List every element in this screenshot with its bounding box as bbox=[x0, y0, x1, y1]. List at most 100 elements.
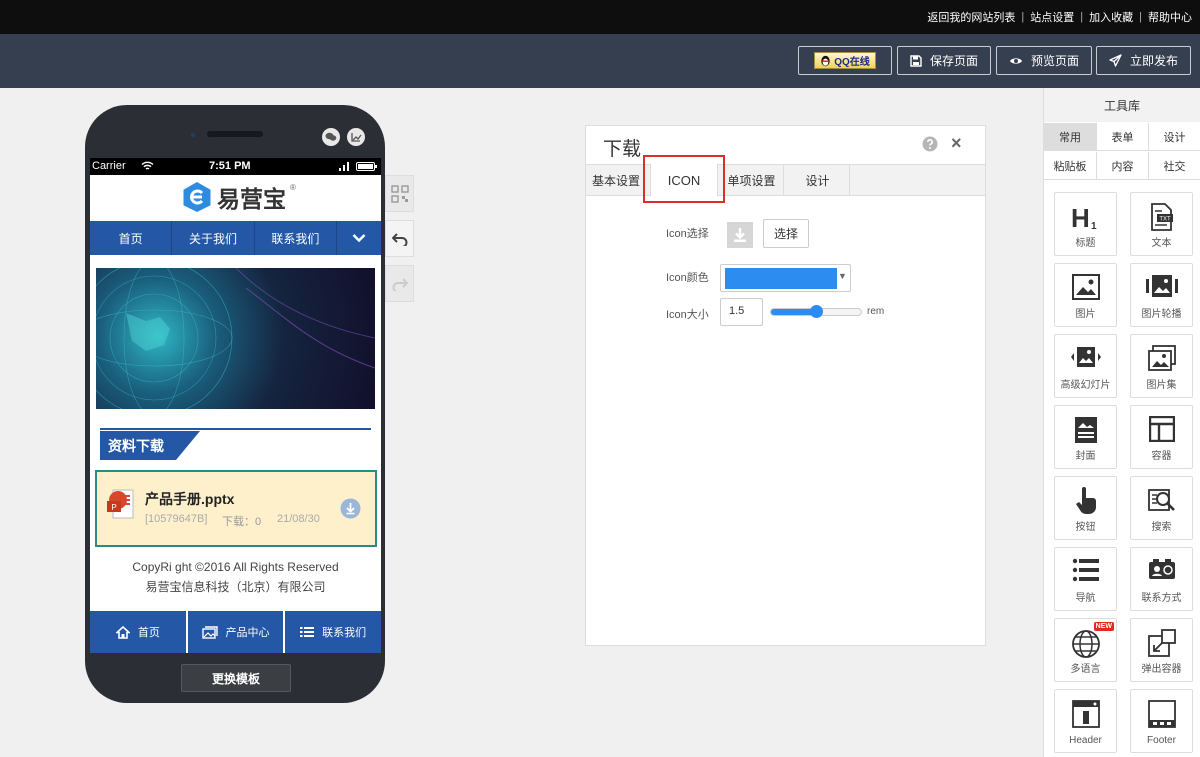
tool-image-gallery[interactable]: 图片集 bbox=[1130, 334, 1193, 398]
footer-tab-contact[interactable]: 联系我们 bbox=[285, 611, 381, 653]
nav-about[interactable]: 关于我们 bbox=[172, 221, 255, 255]
save-page-button[interactable]: 保存页面 bbox=[897, 46, 991, 75]
lib-tab-design[interactable]: 设计 bbox=[1148, 123, 1200, 151]
undo-icon bbox=[391, 232, 407, 246]
link-add-favorite[interactable]: 加入收藏 bbox=[1089, 9, 1133, 25]
link-help-center[interactable]: 帮助中心 bbox=[1148, 9, 1192, 25]
header-layout-icon bbox=[1071, 700, 1100, 728]
icon-select-button[interactable]: 选择 bbox=[763, 219, 809, 248]
tab-item-settings[interactable]: 单项设置 bbox=[720, 165, 784, 195]
tab-label: 单项设置 bbox=[727, 173, 776, 188]
text-file-icon: TXT bbox=[1150, 203, 1173, 231]
tool-library: 工具库 常用 表单 设计 粘贴板 内容 社交 H1 标题 TXT 文本 图片 图… bbox=[1043, 88, 1200, 757]
preview-page-button[interactable]: 预览页面 bbox=[996, 46, 1092, 75]
separator: | bbox=[1139, 11, 1142, 23]
slideshow-icon bbox=[1070, 347, 1101, 367]
tool-text[interactable]: TXT 文本 bbox=[1130, 192, 1193, 256]
icon-size-input[interactable]: 1.5 bbox=[720, 298, 763, 326]
svg-text:H: H bbox=[1071, 203, 1090, 231]
save-label: 保存页面 bbox=[929, 54, 978, 68]
tool-label: 按钮 bbox=[1075, 522, 1096, 533]
separator: | bbox=[1021, 11, 1025, 23]
gallery-icon bbox=[1147, 345, 1176, 371]
wechat-icon[interactable] bbox=[322, 128, 340, 146]
icon-size-slider[interactable] bbox=[770, 305, 862, 318]
tab-label: 设计 bbox=[805, 173, 830, 188]
lib-tab-form[interactable]: 表单 bbox=[1096, 123, 1148, 151]
tool-multilanguage[interactable]: 多语言 NEW bbox=[1054, 618, 1117, 682]
tool-label: Header bbox=[1069, 735, 1102, 746]
undo-button[interactable] bbox=[385, 220, 414, 257]
lib-tab-content[interactable]: 内容 bbox=[1096, 152, 1148, 180]
stats-icon[interactable] bbox=[347, 128, 365, 146]
lib-tab-common[interactable]: 常用 bbox=[1044, 123, 1096, 151]
tool-label: 文本 bbox=[1151, 238, 1172, 249]
icon-preview bbox=[727, 222, 753, 248]
icon-size-unit: rem bbox=[867, 306, 885, 317]
svg-text:1: 1 bbox=[1091, 221, 1097, 231]
download-date: 21/08/30 bbox=[277, 513, 320, 525]
download-item[interactable]: P 产品手册.pptx [10579647B] 下载：0 21/08/30 bbox=[95, 470, 377, 547]
link-site-settings[interactable]: 站点设置 bbox=[1030, 9, 1074, 25]
tab-design[interactable]: 设计 bbox=[786, 165, 850, 195]
tool-label: 容器 bbox=[1151, 451, 1172, 462]
close-icon[interactable]: × bbox=[951, 133, 962, 154]
qrcode-button[interactable] bbox=[385, 175, 414, 212]
tool-navigation[interactable]: 导航 bbox=[1054, 547, 1117, 611]
publish-label: 立即发布 bbox=[1129, 54, 1178, 68]
tool-label: 封面 bbox=[1075, 451, 1096, 462]
change-template-label: 更换模板 bbox=[211, 671, 260, 686]
footer-tab-products[interactable]: 产品中心 bbox=[188, 611, 286, 653]
footer-tab-label: 联系我们 bbox=[322, 627, 367, 639]
caret-down-icon: ▼ bbox=[838, 271, 847, 281]
tool-image[interactable]: 图片 bbox=[1054, 263, 1117, 327]
tool-heading[interactable]: H1 标题 bbox=[1054, 192, 1117, 256]
top-links: 返回我的网站列表 | 站点设置 | 加入收藏 | 帮助中心 bbox=[927, 9, 1192, 25]
tab-basic-settings[interactable]: 基本设置 bbox=[586, 165, 646, 195]
save-icon bbox=[910, 54, 922, 67]
lib-tab-label: 设计 bbox=[1163, 131, 1186, 144]
lib-tab-clipboard[interactable]: 粘贴板 bbox=[1044, 152, 1096, 180]
help-icon[interactable] bbox=[922, 136, 938, 152]
logo-text: 易营宝 bbox=[217, 187, 286, 213]
lib-tab-label: 社交 bbox=[1163, 160, 1186, 173]
qq-online-button[interactable]: QQ在线 bbox=[798, 46, 892, 75]
change-template-button[interactable]: 更换模板 bbox=[181, 664, 291, 692]
download-icon[interactable] bbox=[340, 498, 361, 519]
wifi-icon bbox=[141, 161, 154, 170]
products-image-icon bbox=[201, 625, 218, 639]
icon-color-picker[interactable]: ▼ bbox=[720, 264, 851, 292]
library-title: 工具库 bbox=[1044, 88, 1200, 122]
cover-icon bbox=[1074, 417, 1097, 443]
icon-size-value: 1.5 bbox=[729, 305, 745, 317]
lib-tab-label: 常用 bbox=[1059, 132, 1081, 144]
nav-contact[interactable]: 联系我们 bbox=[255, 221, 337, 255]
tool-popup-container[interactable]: 弹出容器 bbox=[1130, 618, 1193, 682]
phone-screen: Carrier 7:51 PM 易营宝 ® 首页 关于我们 联系我们 资料下载 … bbox=[90, 158, 381, 653]
preview-label: 预览页面 bbox=[1030, 54, 1079, 68]
icon-size-label: Icon大小 bbox=[666, 309, 709, 321]
editor-toolbar: QQ在线 保存页面 预览页面 立即发布 bbox=[0, 34, 1200, 88]
lib-tab-social[interactable]: 社交 bbox=[1148, 152, 1200, 180]
tool-image-carousel[interactable]: 图片轮播 bbox=[1130, 263, 1193, 327]
link-back-site-list[interactable]: 返回我的网站列表 bbox=[927, 9, 1015, 25]
list-icon bbox=[300, 627, 315, 637]
home-icon bbox=[115, 625, 130, 639]
svg-text:P: P bbox=[111, 503, 116, 512]
tool-button[interactable]: 按钮 bbox=[1054, 476, 1117, 540]
redo-button[interactable] bbox=[385, 265, 414, 302]
slider-thumb[interactable] bbox=[809, 305, 823, 318]
tool-container[interactable]: 容器 bbox=[1130, 405, 1193, 469]
nav-more-button[interactable] bbox=[337, 221, 381, 255]
tool-contact-info[interactable]: 联系方式 bbox=[1130, 547, 1193, 611]
tool-cover[interactable]: 封面 bbox=[1054, 405, 1117, 469]
section-title-text: 资料下载 bbox=[108, 438, 164, 454]
footer-tab-home[interactable]: 首页 bbox=[90, 611, 188, 653]
publish-now-button[interactable]: 立即发布 bbox=[1096, 46, 1191, 75]
nav-label: 首页 bbox=[118, 231, 143, 246]
tool-header[interactable]: Header bbox=[1054, 689, 1117, 753]
tool-search[interactable]: 搜索 bbox=[1130, 476, 1193, 540]
tool-footer[interactable]: Footer bbox=[1130, 689, 1193, 753]
nav-home[interactable]: 首页 bbox=[90, 221, 173, 255]
tool-advanced-slideshow[interactable]: 高级幻灯片 bbox=[1054, 334, 1117, 398]
